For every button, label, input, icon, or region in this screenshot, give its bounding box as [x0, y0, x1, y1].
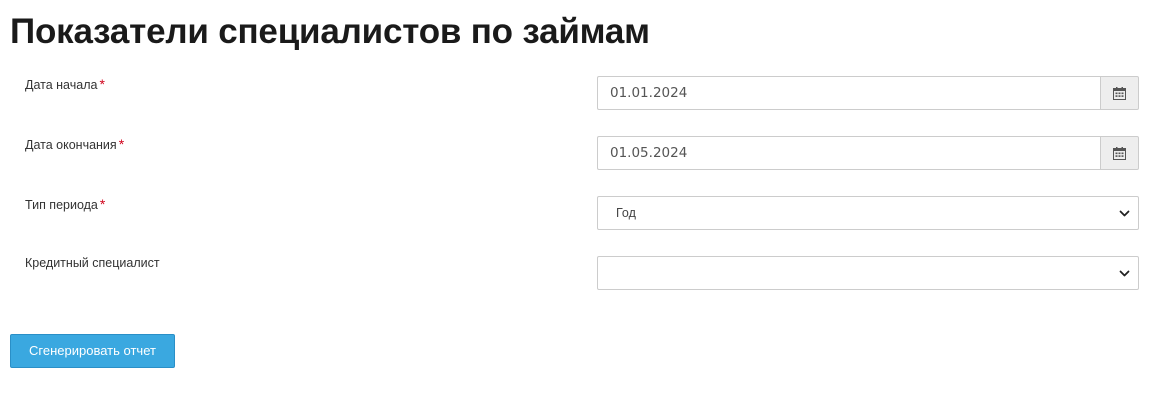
credit-specialist-label: Кредитный специалист	[25, 256, 160, 270]
chevron-down-icon	[1119, 210, 1130, 217]
required-mark: *	[99, 76, 105, 92]
end-date-calendar-button[interactable]	[1100, 136, 1139, 170]
end-date-label-wrap: Дата окончания *	[25, 136, 124, 152]
end-date-group	[597, 136, 1139, 170]
chevron-down-icon	[1119, 270, 1130, 277]
calendar-icon	[1113, 86, 1126, 100]
page-title: Показатели специалистов по займам	[10, 12, 650, 51]
end-date-row: Дата окончания *	[0, 136, 1175, 170]
period-type-label: Тип периода	[25, 198, 98, 212]
period-type-label-wrap: Тип периода *	[25, 196, 105, 212]
calendar-icon	[1113, 146, 1126, 160]
end-date-input[interactable]	[597, 136, 1100, 170]
credit-specialist-row: Кредитный специалист	[0, 256, 1175, 290]
start-date-input[interactable]	[597, 76, 1100, 110]
start-date-calendar-button[interactable]	[1100, 76, 1139, 110]
required-mark: *	[118, 136, 125, 152]
required-mark: *	[99, 196, 106, 212]
start-date-group	[597, 76, 1139, 110]
start-date-label-wrap: Дата начала *	[25, 76, 105, 92]
credit-specialist-select[interactable]	[597, 256, 1139, 290]
generate-report-button[interactable]: Сгенерировать отчет	[10, 334, 175, 368]
report-page: Показатели специалистов по займам Дата н…	[0, 0, 1175, 400]
end-date-label: Дата окончания	[25, 138, 117, 152]
period-type-select[interactable]: Год	[597, 196, 1139, 230]
period-type-selected-value: Год	[616, 206, 636, 220]
credit-specialist-label-wrap: Кредитный специалист	[25, 256, 160, 270]
period-type-row: Тип периода * Год	[0, 196, 1175, 230]
start-date-row: Дата начала *	[0, 76, 1175, 110]
start-date-label: Дата начала	[25, 78, 98, 92]
